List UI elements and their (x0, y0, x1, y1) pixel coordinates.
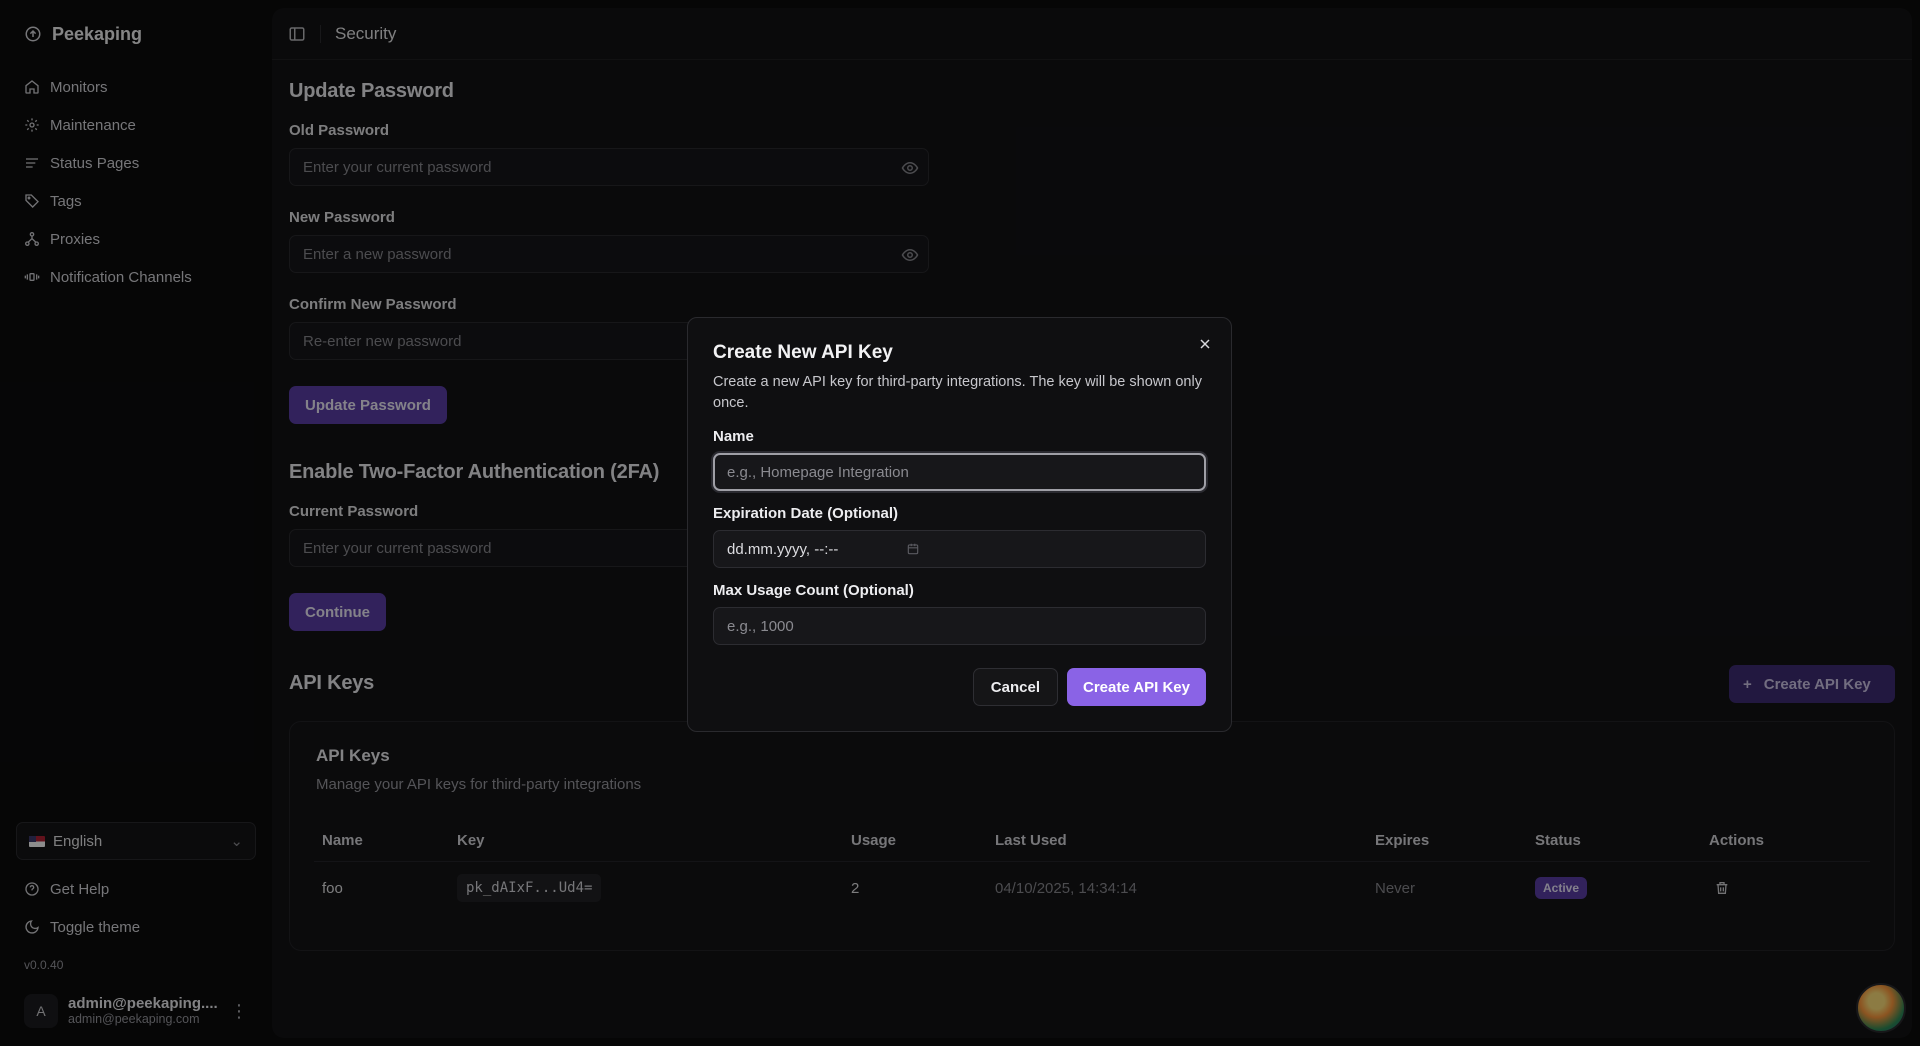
calendar-icon[interactable] (906, 542, 920, 556)
name-label: Name (713, 428, 754, 445)
name-input[interactable]: e.g., Homepage Integration (713, 453, 1206, 491)
create-api-key-dialog: Create New API Key Create a new API key … (687, 317, 1232, 732)
dialog-description: Create a new API key for third-party int… (713, 374, 1202, 411)
cancel-button[interactable]: Cancel (972, 668, 1058, 706)
name-placeholder: e.g., Homepage Integration (727, 463, 909, 481)
max-usage-placeholder: e.g., 1000 (727, 617, 794, 635)
expiration-label: Expiration Date (Optional) (713, 505, 899, 522)
create-api-key-submit-button[interactable]: Create API Key (1067, 668, 1206, 706)
expiration-value: dd.mm.yyyy, --:-- (727, 540, 839, 558)
max-usage-input[interactable]: e.g., 1000 (713, 607, 1206, 645)
max-usage-label: Max Usage Count (Optional) (713, 582, 914, 599)
dialog-actions: Cancel Create API Key (972, 668, 1206, 706)
dialog-title: Create New API Key (713, 342, 893, 363)
expiration-date-input[interactable]: dd.mm.yyyy, --:-- (713, 530, 1206, 568)
close-icon[interactable] (1197, 336, 1213, 352)
